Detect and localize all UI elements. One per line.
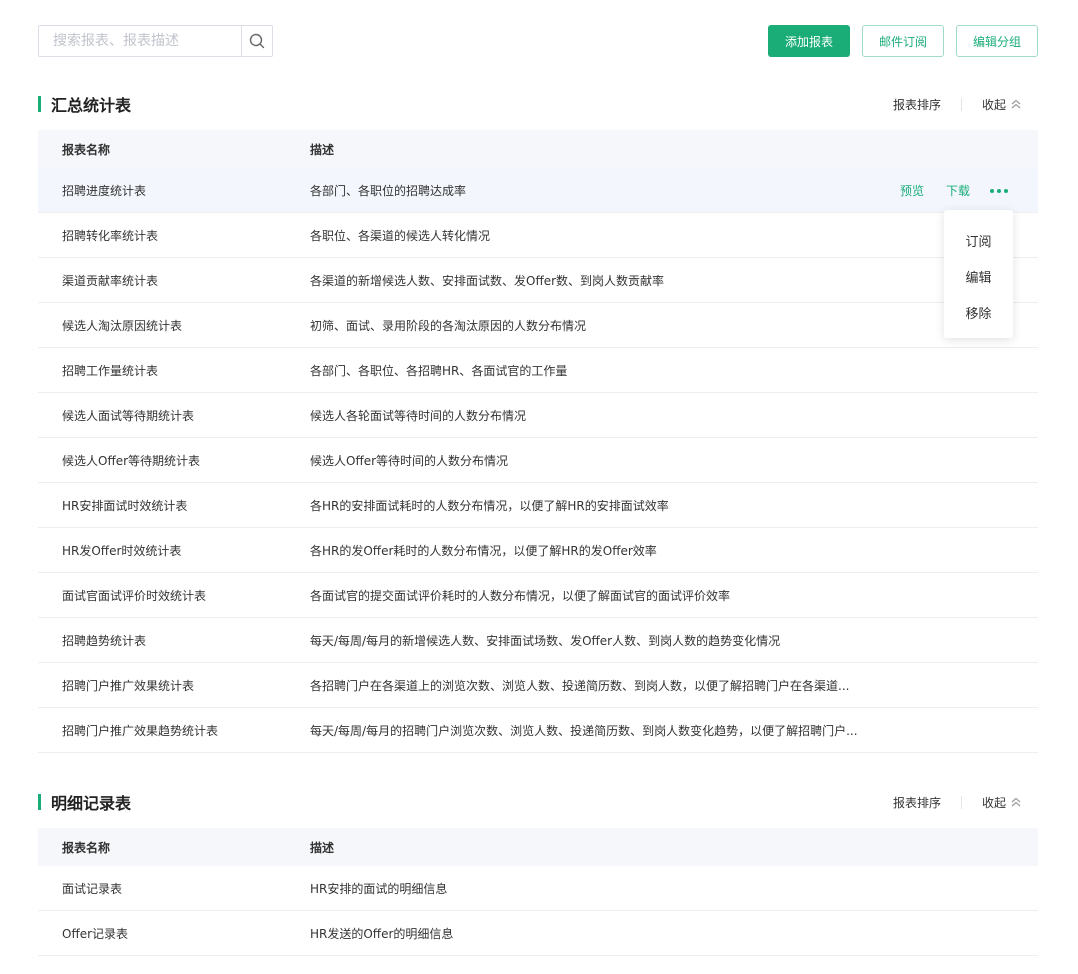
report-name: 招聘趋势统计表 <box>62 633 147 648</box>
detail-table: 报表名称 描述 面试记录表 HR安排的面试的明细信息 Offer记录表 HR发送的Of… <box>38 828 1038 956</box>
table-row[interactable]: 面试官面试评价时效统计表 各面试官的提交面试评价耗时的人数分布情况，以便了解面试官… <box>38 573 1038 618</box>
search-box <box>38 25 273 57</box>
report-desc: 每天/每周/每月的招聘门户浏览次数、浏览人数、投递简历数、到岗人数变化趋势，以便… <box>310 723 858 738</box>
report-name: Offer记录表 <box>62 926 129 941</box>
table-row[interactable]: 招聘趋势统计表 每天/每周/每月的新增候选人数、安排面试场数、发Offer人数、到… <box>38 618 1038 663</box>
search-input[interactable] <box>39 26 241 56</box>
report-name: 招聘工作量统计表 <box>62 363 159 378</box>
report-desc: 候选人各轮面试等待时间的人数分布情况 <box>310 408 527 423</box>
chevron-up-double-icon <box>1011 99 1021 109</box>
report-desc: 各面试官的提交面试评价耗时的人数分布情况，以便了解面试官的面试评价效率 <box>310 588 731 603</box>
menu-item-remove[interactable]: 移除 <box>944 294 1013 330</box>
download-link[interactable]: 下载 <box>946 182 970 199</box>
dot <box>990 188 994 193</box>
report-name: 候选人淘汰原因统计表 <box>62 318 183 333</box>
summary-table: 报表名称 描述 招聘进度统计表 各部门、各职位的招聘达成率 预览 下载招聘转化率统计表… <box>38 130 1038 753</box>
report-sort-button[interactable]: 报表排序 <box>893 96 941 113</box>
report-name: 招聘门户推广效果趋势统计表 <box>62 723 219 738</box>
report-desc: 各招聘门户在各渠道上的浏览次数、浏览人数、投递简历数、到岗人数，以便了解招聘门户… <box>310 678 850 693</box>
report-name: 渠道贡献率统计表 <box>62 273 159 288</box>
table-row[interactable]: 招聘进度统计表 各部门、各职位的招聘达成率 预览 下载 <box>38 168 1038 213</box>
row-actions: 预览 下载 <box>878 168 1008 213</box>
header-name: 报表名称 <box>62 840 111 855</box>
report-name: HR发Offer时效统计表 <box>62 543 182 558</box>
section-accent-bar <box>38 794 41 810</box>
report-desc: 候选人Offer等待时间的人数分布情况 <box>310 453 509 468</box>
report-name: 面试记录表 <box>62 881 123 896</box>
report-name: 面试官面试评价时效统计表 <box>62 588 207 603</box>
chevron-up-double-icon <box>1011 797 1021 807</box>
table-row[interactable]: 候选人Offer等待期统计表 候选人Offer等待时间的人数分布情况 <box>38 438 1038 483</box>
summary-section-header: 汇总统计表 报表排序 收起 <box>38 92 1038 116</box>
header-name: 报表名称 <box>62 142 111 157</box>
dot <box>997 188 1001 193</box>
table-row[interactable]: 招聘工作量统计表 各部门、各职位、各招聘HR、各面试官的工作量 <box>38 348 1038 393</box>
report-name: 招聘转化率统计表 <box>62 228 159 243</box>
table-row[interactable]: Offer记录表 HR发送的Offer的明细信息 <box>38 911 1038 956</box>
section-actions: 报表排序 收起 <box>893 794 1038 811</box>
section-actions: 报表排序 收起 <box>893 96 1038 113</box>
table-row[interactable]: 招聘门户推广效果统计表 各招聘门户在各渠道上的浏览次数、浏览人数、投递简历数、到岗… <box>38 663 1038 708</box>
detail-section-header: 明细记录表 报表排序 收起 <box>38 790 1038 814</box>
divider <box>960 795 962 809</box>
edit-group-button[interactable]: 编辑分组 <box>956 25 1038 57</box>
header-desc: 描述 <box>310 840 335 855</box>
header-desc: 描述 <box>310 142 335 157</box>
table-row[interactable]: 招聘转化率统计表 各职位、各渠道的候选人转化情况 <box>38 213 1038 258</box>
report-desc: 各渠道的新增候选人数、安排面试数、发Offer数、到岗人数贡献率 <box>310 273 665 288</box>
add-report-button[interactable]: 添加报表 <box>768 25 850 57</box>
dot <box>1004 188 1008 193</box>
report-name: HR安排面试时效统计表 <box>62 498 188 513</box>
report-sort-button[interactable]: 报表排序 <box>893 794 941 811</box>
table-row[interactable]: 候选人面试等待期统计表 候选人各轮面试等待时间的人数分布情况 <box>38 393 1038 438</box>
report-name: 候选人Offer等待期统计表 <box>62 453 201 468</box>
more-icon[interactable] <box>990 188 1008 193</box>
section-title: 汇总统计表 <box>51 96 132 115</box>
table-row[interactable]: 招聘门户推广效果趋势统计表 每天/每周/每月的招聘门户浏览次数、浏览人数、投递简历… <box>38 708 1038 753</box>
table-row[interactable]: HR安排面试时效统计表 各HR的安排面试耗时的人数分布情况，以便了解HR的安排面试… <box>38 483 1038 528</box>
menu-item-edit[interactable]: 编辑 <box>944 258 1013 294</box>
collapse-label: 收起 <box>981 795 1006 810</box>
report-desc: HR安排的面试的明细信息 <box>310 881 448 896</box>
table-row[interactable]: 渠道贡献率统计表 各渠道的新增候选人数、安排面试数、发Offer数、到岗人数贡献率 <box>38 258 1038 303</box>
menu-item-subscribe[interactable]: 订阅 <box>944 222 1013 258</box>
collapse-label: 收起 <box>981 97 1006 112</box>
collapse-button[interactable]: 收起 <box>982 794 1022 811</box>
report-desc: 每天/每周/每月的新增候选人数、安排面试场数、发Offer人数、到岗人数的趋势变… <box>310 633 781 648</box>
collapse-button[interactable]: 收起 <box>982 96 1022 113</box>
report-name: 候选人面试等待期统计表 <box>62 408 195 423</box>
section-title: 明细记录表 <box>51 794 132 813</box>
table-row[interactable]: HR发Offer时效统计表 各HR的发Offer耗时的人数分布情况，以便了解HR的… <box>38 528 1038 573</box>
report-name: 招聘门户推广效果统计表 <box>62 678 195 693</box>
report-desc: 各HR的安排面试耗时的人数分布情况，以便了解HR的安排面试效率 <box>310 498 669 513</box>
report-desc: 初筛、面试、录用阶段的各淘汰原因的人数分布情况 <box>310 318 587 333</box>
table-row[interactable]: 面试记录表 HR安排的面试的明细信息 <box>38 866 1038 911</box>
section-accent-bar <box>38 96 41 112</box>
search-icon <box>249 33 265 49</box>
search-button[interactable] <box>241 26 272 56</box>
report-desc: 各部门、各职位的招聘达成率 <box>310 183 467 198</box>
preview-link[interactable]: 预览 <box>900 182 924 199</box>
report-name: 招聘进度统计表 <box>62 183 147 198</box>
email-subscribe-button[interactable]: 邮件订阅 <box>862 25 944 57</box>
table-header: 报表名称 描述 <box>38 828 1038 866</box>
report-desc: HR发送的Offer的明细信息 <box>310 926 454 941</box>
table-row[interactable]: 候选人淘汰原因统计表 初筛、面试、录用阶段的各淘汰原因的人数分布情况 <box>38 303 1038 348</box>
report-desc: 各HR的发Offer耗时的人数分布情况，以便了解HR的发Offer效率 <box>310 543 657 558</box>
table-header: 报表名称 描述 <box>38 130 1038 168</box>
divider <box>960 97 962 111</box>
report-desc: 各部门、各职位、各招聘HR、各面试官的工作量 <box>310 363 568 378</box>
report-desc: 各职位、各渠道的候选人转化情况 <box>310 228 491 243</box>
more-dropdown-menu: 订阅 编辑 移除 <box>944 210 1013 338</box>
